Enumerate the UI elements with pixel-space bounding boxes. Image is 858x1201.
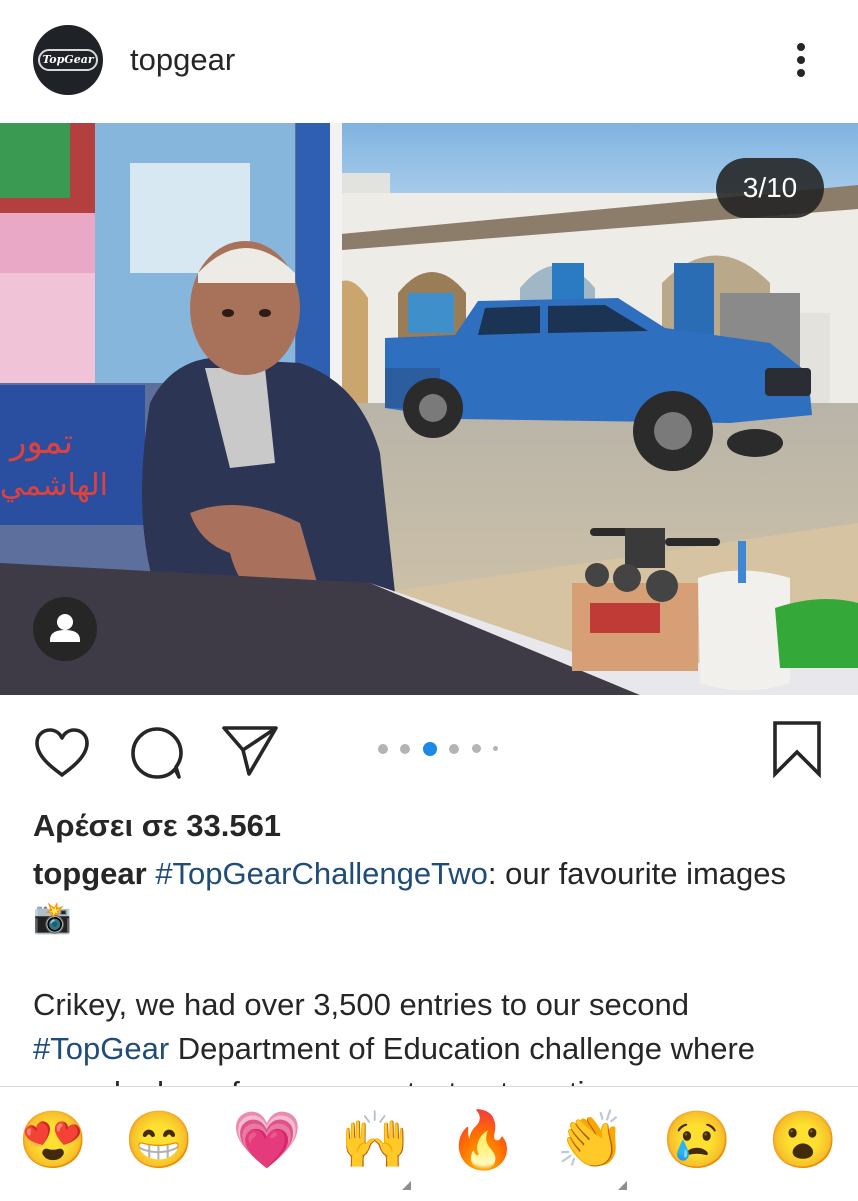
raised-hands-emoji[interactable]: 🙌 xyxy=(340,1105,410,1175)
shop-sign-line2: الهاشمي xyxy=(0,468,108,503)
carousel-dot xyxy=(471,744,481,754)
person-tag-icon[interactable] xyxy=(33,597,97,661)
caption-hashtag[interactable]: #TopGearChallengeTwo xyxy=(155,856,488,891)
fire-emoji[interactable]: 🔥 xyxy=(448,1105,518,1175)
caption-text: : our favourite images xyxy=(487,856,787,891)
carousel-dot xyxy=(493,746,499,752)
topgear-logo: TopGear xyxy=(38,49,98,71)
post-caption: topgear #TopGearChallengeTwo: our favour… xyxy=(33,852,833,940)
emoji-reaction-bar: 😍 😁 💗 🙌 🔥 👏 😢 😮 xyxy=(0,1086,858,1201)
avatar[interactable]: TopGear xyxy=(33,25,103,95)
crying-face-emoji[interactable]: 😢 xyxy=(662,1105,732,1175)
post-username[interactable]: topgear xyxy=(130,40,235,80)
carousel-dot xyxy=(378,743,388,754)
camera-flash-emoji: 📸 xyxy=(33,900,72,935)
body-hashtag[interactable]: #TopGear xyxy=(33,1031,169,1066)
skin-tone-indicator xyxy=(402,1181,411,1190)
pink-heart-emoji[interactable]: 💗 xyxy=(232,1105,302,1175)
carousel-dot xyxy=(449,743,460,754)
likes-count[interactable]: Αρέσει σε 33.561 xyxy=(33,804,281,848)
carousel-dot-active xyxy=(422,741,437,756)
carousel-indicator xyxy=(378,740,506,756)
caption-author[interactable]: topgear xyxy=(33,856,147,891)
shop-sign-line1: تمور xyxy=(8,422,73,462)
surprised-face-emoji[interactable]: 😮 xyxy=(768,1105,838,1175)
more-vertical-icon[interactable] xyxy=(786,38,816,84)
carousel-dot xyxy=(400,743,411,754)
grinning-emoji[interactable]: 😁 xyxy=(124,1105,194,1175)
body-line-2: Department of Education challenge where xyxy=(169,1031,756,1066)
clapping-hands-emoji[interactable]: 👏 xyxy=(556,1105,626,1175)
paper-plane-icon[interactable] xyxy=(221,724,279,776)
image-counter-badge: 3/10 xyxy=(716,158,824,218)
skin-tone-indicator xyxy=(618,1181,627,1190)
bookmark-icon[interactable] xyxy=(772,720,822,779)
comment-bubble-icon[interactable] xyxy=(129,725,185,781)
heart-outline-icon[interactable] xyxy=(33,727,91,779)
body-line-1: Crikey, we had over 3,500 entries to our… xyxy=(33,987,689,1022)
post-header: TopGear topgear xyxy=(0,0,858,122)
heart-eyes-emoji[interactable]: 😍 xyxy=(18,1105,88,1175)
